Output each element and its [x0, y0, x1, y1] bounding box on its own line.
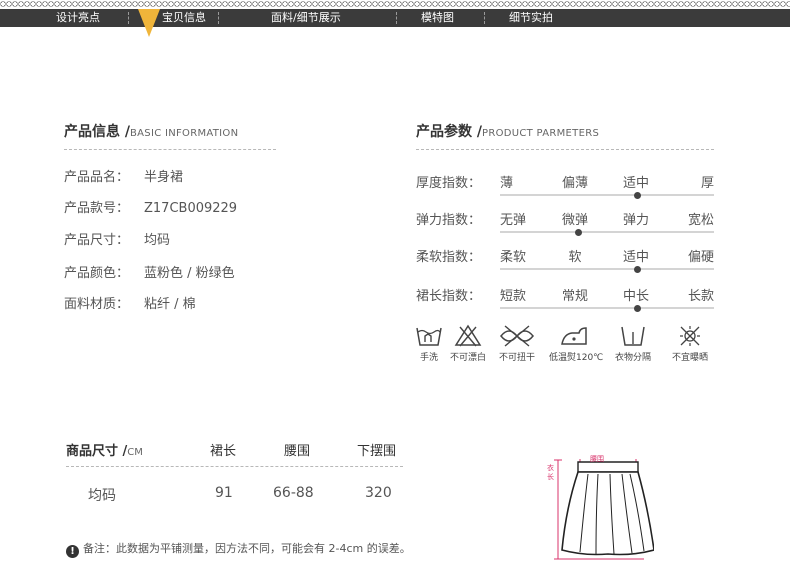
param-option: 适中 — [623, 250, 650, 265]
separate-wash-icon — [621, 326, 645, 346]
product-info-subtitle: BASIC INFORMATION — [130, 128, 239, 139]
parameters-heading: 产品参数 /PRODUCT PARMETERS — [416, 121, 599, 141]
info-value: 半身裙 — [144, 170, 184, 185]
size-table-title: 商品尺寸 / — [66, 444, 128, 459]
divider — [64, 149, 276, 150]
info-row-size: 产品尺寸： 均码 — [64, 229, 170, 248]
product-info-heading: 产品信息 /BASIC INFORMATION — [64, 121, 238, 141]
product-info-title: 产品信息 / — [64, 124, 130, 140]
size-value-hem: 320 — [365, 485, 392, 501]
low-iron-icon — [561, 327, 587, 345]
no-sun-dry-icon — [680, 326, 700, 346]
nav-item-detail-photos[interactable]: 细节实拍 — [509, 9, 553, 27]
care-label: 低温熨120℃ — [549, 353, 604, 363]
size-row-label: 均码 — [88, 488, 116, 504]
param-indicator — [633, 191, 641, 199]
size-value-waist: 66-88 — [273, 485, 314, 501]
top-nav: 设计亮点 宝贝信息 面料/细节展示 模特图 细节实拍 — [0, 9, 790, 27]
param-option: 短款 — [500, 289, 527, 304]
param-option: 软 — [568, 250, 582, 265]
nav-decoration — [0, 0, 790, 9]
care-no-sun: 不宜曝晒 — [665, 324, 715, 363]
no-bleach-icon — [454, 324, 482, 347]
size-value-length: 91 — [215, 485, 233, 501]
info-row-material: 面料材质： 粘纤 / 棉 — [64, 293, 196, 312]
param-option: 偏薄 — [562, 176, 589, 191]
waist-label: 腰围 — [590, 455, 604, 463]
info-label: 产品款号： — [64, 201, 130, 216]
care-label: 不可漂白 — [449, 353, 486, 363]
param-option: 长款 — [688, 289, 715, 304]
nav-separator — [218, 12, 219, 24]
size-table-unit: CM — [127, 447, 143, 458]
param-track — [500, 307, 714, 309]
care-no-bleach: 不可漂白 — [443, 324, 493, 363]
hand-wash-icon — [416, 327, 442, 346]
care-separate: 衣物分隔 — [608, 324, 658, 363]
care-label: 衣物分隔 — [614, 353, 651, 363]
nav-separator — [396, 12, 397, 24]
param-indicator — [574, 228, 582, 236]
nav-item-design[interactable]: 设计亮点 — [56, 9, 100, 27]
param-option: 薄 — [500, 176, 514, 191]
info-label: 产品尺寸： — [64, 233, 130, 248]
parameters-title: 产品参数 / — [416, 124, 482, 140]
nav-active-indicator — [138, 9, 160, 37]
info-value: Z17CB009229 — [144, 201, 238, 216]
info-label: 产品品名： — [64, 170, 130, 185]
care-label: 不可扭干 — [498, 353, 535, 363]
info-value: 蓝粉色 / 粉绿色 — [144, 266, 235, 281]
nav-item-product-info[interactable]: 宝贝信息 — [162, 9, 206, 27]
param-label: 裙长指数： — [416, 289, 482, 304]
size-note-text: 备注：此数据为平铺测量，因方法不同，可能会有 2-4cm 的误差。 — [83, 542, 411, 555]
param-option: 常规 — [562, 289, 589, 304]
divider — [416, 149, 714, 150]
nav-separator — [128, 12, 129, 24]
param-option: 微弹 — [562, 213, 589, 228]
param-option: 厚 — [701, 176, 715, 191]
param-track — [500, 231, 714, 233]
param-option: 弹力 — [623, 213, 650, 228]
no-wring-icon — [500, 325, 534, 347]
care-label: 不宜曝晒 — [671, 353, 708, 363]
size-note: ! 备注：此数据为平铺测量，因方法不同，可能会有 2-4cm 的误差。 — [66, 540, 411, 558]
nav-item-fabric[interactable]: 面料/细节展示 — [271, 9, 341, 27]
nav-separator — [484, 12, 485, 24]
param-label: 厚度指数： — [416, 176, 482, 191]
parameters-subtitle: PRODUCT PARMETERS — [482, 128, 600, 139]
param-option: 中长 — [623, 289, 650, 304]
nav-item-model[interactable]: 模特图 — [421, 9, 454, 27]
warning-icon: ! — [66, 545, 79, 558]
param-option: 宽松 — [688, 213, 715, 228]
param-label: 柔软指数： — [416, 250, 482, 265]
info-value: 均码 — [144, 233, 171, 248]
length-label: 衣长 — [547, 464, 554, 481]
param-option: 无弹 — [500, 213, 527, 228]
care-low-iron: 低温熨120℃ — [549, 324, 604, 363]
divider — [66, 466, 403, 467]
skirt-illustration — [554, 459, 655, 560]
info-label: 面料材质： — [64, 297, 130, 312]
size-header-waist: 腰围 — [284, 444, 311, 459]
param-track — [500, 268, 714, 270]
info-value: 粘纤 / 棉 — [144, 297, 196, 312]
param-track — [500, 194, 714, 196]
info-row-name: 产品品名： 半身裙 — [64, 166, 183, 185]
param-option: 适中 — [623, 176, 650, 191]
param-label: 弹力指数： — [416, 213, 482, 228]
param-option: 柔软 — [500, 250, 527, 265]
skirt-diagram: 腰围 衣长 — [544, 448, 655, 566]
param-option: 偏硬 — [688, 250, 715, 265]
size-header-length: 裙长 — [210, 444, 237, 459]
size-table-heading: 商品尺寸 /CM — [66, 440, 143, 459]
param-indicator — [633, 265, 641, 273]
size-header-hem: 下摆围 — [357, 444, 397, 459]
care-no-wring: 不可扭干 — [492, 324, 542, 363]
info-label: 产品颜色： — [64, 266, 130, 281]
param-indicator — [633, 304, 641, 312]
info-row-color: 产品颜色： 蓝粉色 / 粉绿色 — [64, 262, 235, 281]
info-row-style-no: 产品款号： Z17CB009229 — [64, 197, 237, 216]
